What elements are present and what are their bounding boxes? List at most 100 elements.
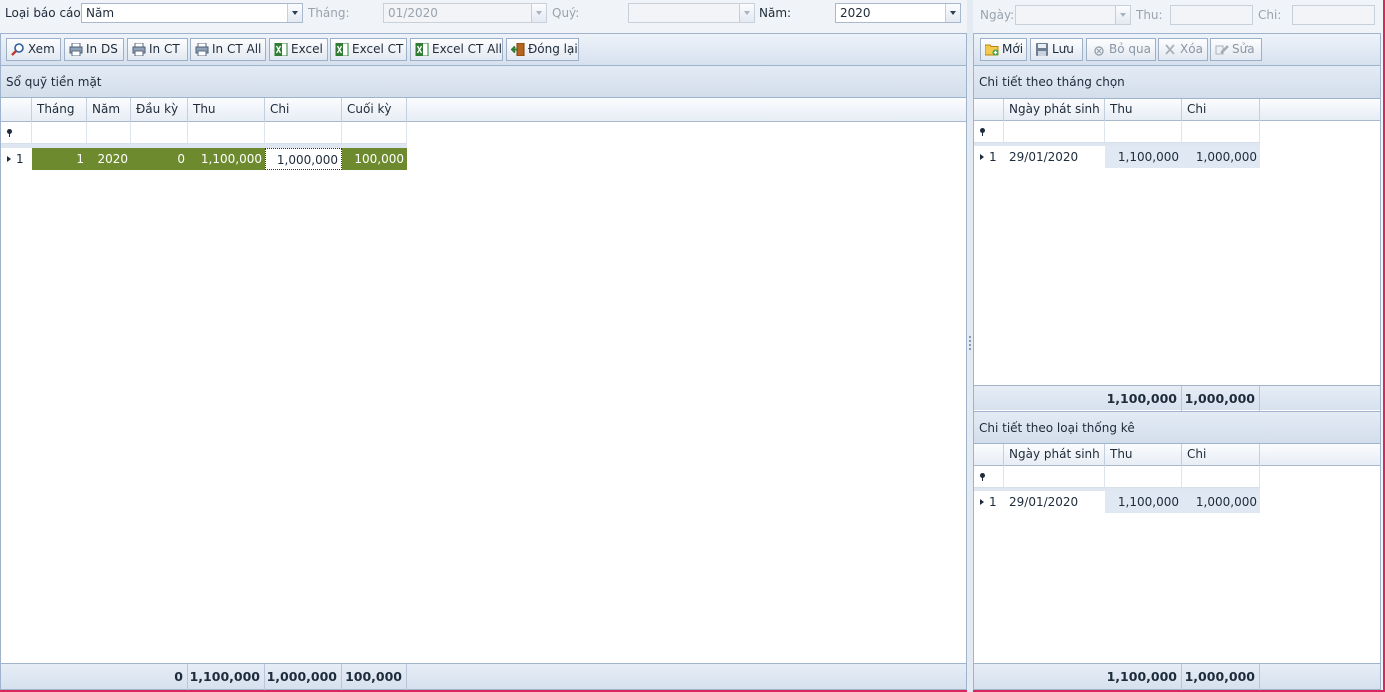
total-income: 1,100,000 bbox=[188, 664, 265, 690]
chevron-down-icon[interactable] bbox=[739, 4, 754, 22]
cell-expense[interactable]: 1,000,000 bbox=[1182, 491, 1260, 513]
new-folder-icon bbox=[985, 44, 999, 56]
print-detail-label: In CT bbox=[149, 42, 180, 56]
filter-cell-month[interactable] bbox=[32, 122, 87, 143]
month-detail-filter-row[interactable] bbox=[974, 121, 1260, 143]
cell-expense[interactable]: 1,000,000 bbox=[1182, 146, 1260, 168]
type-detail-title: Chi tiết theo loại thống kê bbox=[979, 421, 1135, 435]
current-row-arrow-icon bbox=[980, 499, 984, 505]
edit-button[interactable]: Sửa bbox=[1210, 38, 1262, 61]
auto-filter-row[interactable] bbox=[1, 122, 407, 144]
column-header-date[interactable]: Ngày phát sinh bbox=[1004, 99, 1105, 121]
total-closing: 100,000 bbox=[342, 664, 407, 690]
cell-year[interactable]: 2020 bbox=[87, 148, 131, 170]
column-header-month[interactable]: Tháng bbox=[32, 98, 87, 122]
total-opening: 0 bbox=[131, 664, 188, 690]
table-row[interactable]: 1 29/01/2020 1,100,000 1,000,000 bbox=[974, 146, 1260, 168]
view-button[interactable]: Xem bbox=[6, 38, 61, 61]
printer-icon bbox=[132, 43, 146, 56]
cell-date[interactable]: 29/01/2020 bbox=[1004, 146, 1105, 168]
chevron-down-icon[interactable] bbox=[945, 4, 960, 22]
column-header-expense[interactable]: Chi bbox=[265, 98, 342, 122]
main-grid-title: Sổ quỹ tiền mặt bbox=[6, 75, 102, 89]
view-button-label: Xem bbox=[28, 42, 55, 56]
date-picker[interactable] bbox=[1015, 5, 1131, 25]
cell-closing[interactable]: 100,000 bbox=[342, 148, 407, 170]
skip-button[interactable]: Bỏ qua bbox=[1086, 38, 1156, 61]
table-row[interactable]: 1 1 2020 0 1,100,000 1,000,000 100,000 bbox=[1, 148, 407, 170]
main-grid-header: Tháng Năm Đầu kỳ Thu Chi Cuối kỳ bbox=[1, 98, 966, 122]
total-expense: 1,000,000 bbox=[1182, 664, 1260, 690]
report-type-label: Loại báo cáo: bbox=[5, 6, 85, 20]
column-header-date[interactable]: Ngày phát sinh bbox=[1004, 444, 1105, 466]
close-button[interactable]: Đóng lại bbox=[506, 38, 579, 61]
column-header-income[interactable]: Thu bbox=[188, 98, 265, 122]
filter-cell-opening[interactable] bbox=[131, 122, 188, 143]
filter-cell-expense[interactable] bbox=[265, 122, 342, 143]
filter-cell-date[interactable] bbox=[1004, 466, 1105, 487]
filter-cell-year[interactable] bbox=[87, 122, 131, 143]
total-expense: 1,000,000 bbox=[265, 664, 342, 690]
main-grid-footer: 0 1,100,000 1,000,000 100,000 bbox=[1, 663, 966, 690]
chevron-down-icon[interactable] bbox=[531, 4, 546, 22]
printer-icon bbox=[195, 43, 209, 56]
filter-cell-expense[interactable] bbox=[1182, 121, 1260, 142]
type-detail-filter-row[interactable] bbox=[974, 466, 1260, 488]
income-field[interactable] bbox=[1170, 5, 1253, 25]
chevron-down-icon[interactable] bbox=[287, 4, 302, 22]
new-button-label: Mới bbox=[1002, 42, 1024, 56]
month-detail-footer: 1,100,000 1,000,000 bbox=[974, 385, 1380, 411]
export-excel-detail-button[interactable]: Excel CT bbox=[330, 38, 407, 61]
right-toolbar: Mới Lưu Bỏ qua Xóa Sửa bbox=[974, 34, 1380, 66]
filter-cell-closing[interactable] bbox=[342, 122, 407, 143]
year-select[interactable]: 2020 bbox=[835, 3, 961, 23]
chevron-down-icon[interactable] bbox=[1115, 6, 1130, 24]
expense-label: Chi: bbox=[1258, 8, 1282, 22]
cell-income[interactable]: 1,100,000 bbox=[1105, 146, 1182, 168]
column-header-income[interactable]: Thu bbox=[1105, 99, 1182, 121]
column-header-opening[interactable]: Đầu kỳ bbox=[131, 98, 188, 122]
excel-icon bbox=[335, 43, 349, 56]
filter-cell-income[interactable] bbox=[1105, 466, 1182, 487]
cell-month[interactable]: 1 bbox=[32, 148, 87, 170]
new-button[interactable]: Mới bbox=[980, 38, 1027, 61]
report-type-select[interactable]: Năm bbox=[81, 3, 303, 23]
type-detail-caption: Chi tiết theo loại thống kê bbox=[974, 411, 1380, 444]
filter-cell-date[interactable] bbox=[1004, 121, 1105, 142]
filter-row-indicator bbox=[974, 466, 1004, 487]
cell-income[interactable]: 1,100,000 bbox=[1105, 491, 1182, 513]
column-header-expense[interactable]: Chi bbox=[1182, 444, 1260, 466]
cell-opening[interactable]: 0 bbox=[131, 148, 188, 170]
print-detail-button[interactable]: In CT bbox=[127, 38, 188, 61]
total-income: 1,100,000 bbox=[1105, 664, 1182, 690]
delete-icon bbox=[1165, 44, 1175, 55]
quarter-select[interactable] bbox=[628, 3, 755, 23]
save-button[interactable]: Lưu bbox=[1030, 38, 1083, 61]
filter-cell-expense[interactable] bbox=[1182, 466, 1260, 487]
export-excel-button[interactable]: Excel bbox=[269, 38, 328, 61]
column-header-year[interactable]: Năm bbox=[87, 98, 131, 122]
cell-income[interactable]: 1,100,000 bbox=[188, 148, 265, 170]
month-select[interactable]: 01/2020 bbox=[383, 3, 547, 23]
cell-expense-focused[interactable]: 1,000,000 bbox=[265, 148, 342, 170]
print-detail-all-button[interactable]: In CT All bbox=[190, 38, 266, 61]
delete-button[interactable]: Xóa bbox=[1158, 38, 1208, 61]
filter-cell-income[interactable] bbox=[188, 122, 265, 143]
column-header-expense[interactable]: Chi bbox=[1182, 99, 1260, 121]
row-indicator-header bbox=[974, 444, 1004, 466]
cell-date[interactable]: 29/01/2020 bbox=[1004, 491, 1105, 513]
print-list-button[interactable]: In DS bbox=[64, 38, 124, 61]
total-income: 1,100,000 bbox=[1105, 386, 1182, 411]
export-excel-detail-all-button[interactable]: Excel CT All bbox=[410, 38, 503, 61]
left-toolbar: Xem In DS In CT In CT All Excel Excel CT bbox=[1, 34, 966, 66]
delete-button-label: Xóa bbox=[1180, 42, 1203, 56]
column-header-closing[interactable]: Cuối kỳ bbox=[342, 98, 407, 122]
expense-field[interactable] bbox=[1292, 5, 1375, 25]
column-header-income[interactable]: Thu bbox=[1105, 444, 1182, 466]
month-detail-header: Ngày phát sinh Thu Chi bbox=[974, 99, 1380, 121]
filter-row-indicator bbox=[974, 121, 1004, 142]
pin-icon bbox=[7, 129, 12, 137]
filter-cell-income[interactable] bbox=[1105, 121, 1182, 142]
detail-panel: Mới Lưu Bỏ qua Xóa Sửa Chi tiết theo thá… bbox=[973, 33, 1381, 690]
table-row[interactable]: 1 29/01/2020 1,100,000 1,000,000 bbox=[974, 491, 1260, 513]
